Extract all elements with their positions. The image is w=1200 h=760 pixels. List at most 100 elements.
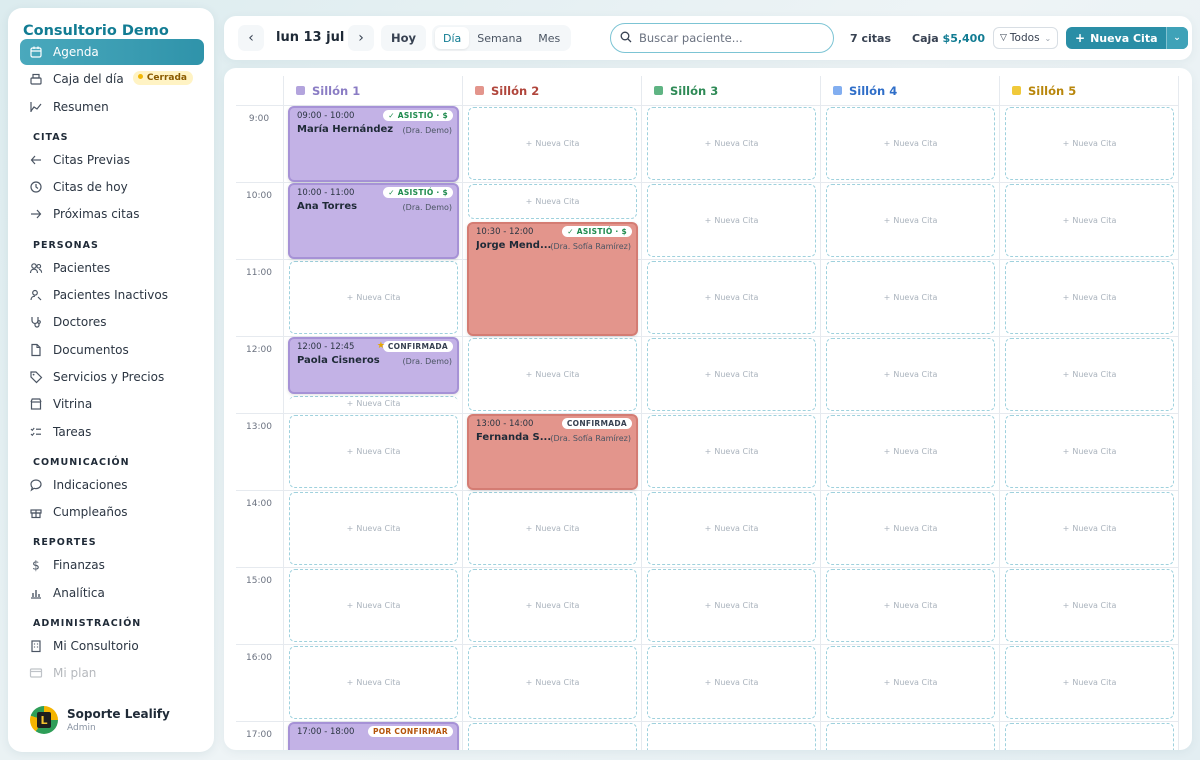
sidebar-nav: Agenda Caja del día Cerrada Resumen CITAS Cit… xyxy=(20,39,204,688)
sidebar-item-doctores[interactable]: Doctores xyxy=(20,309,204,335)
empty-slot-new-appointment[interactable]: +Nueva Cita xyxy=(289,646,458,719)
arrow-right-icon xyxy=(29,207,43,221)
appointment-card[interactable]: 13:00 - 14:00 Fernanda S... (Dra. Sofía Ra… xyxy=(467,414,638,490)
sidebar-item-mi-consultorio[interactable]: Mi Consultorio xyxy=(20,633,204,659)
section-title-comunicacion: COMUNICACIÓN xyxy=(33,456,130,468)
sidebar-item-finanzas[interactable]: $ Finanzas xyxy=(20,552,204,578)
plus-icon: + xyxy=(883,139,891,148)
plus-icon: + xyxy=(704,293,712,302)
empty-slot-new-appointment[interactable]: +Nueva Cita xyxy=(1005,569,1174,642)
sidebar-item-analitica[interactable]: Analítica xyxy=(20,580,204,606)
appointment-card[interactable]: 17:00 - 18:00 POR CONFIRMAR xyxy=(288,722,459,750)
plus-icon: + xyxy=(704,216,712,225)
new-appointment-menu-button[interactable]: ⌄ xyxy=(1165,27,1188,49)
empty-slot-new-appointment[interactable]: +Nueva Cita xyxy=(826,415,995,488)
user-card[interactable]: L Soporte Lealify Admin xyxy=(20,698,204,742)
empty-slot-new-appointment[interactable]: +Nueva Cita xyxy=(468,184,637,219)
sidebar-item-pacientes-inactivos[interactable]: Pacientes Inactivos xyxy=(20,282,204,308)
empty-slot-new-appointment[interactable]: +Nueva Cita xyxy=(468,723,637,750)
sidebar-item-documentos[interactable]: Documentos xyxy=(20,337,204,363)
today-button[interactable]: Hoy xyxy=(381,25,427,51)
empty-slot-new-appointment[interactable]: +Nueva Cita xyxy=(647,184,816,257)
sidebar-item-servicios-y-precios[interactable]: Servicios y Precios xyxy=(20,364,204,390)
empty-slot-new-appointment[interactable]: +Nueva Cita xyxy=(1005,646,1174,719)
empty-slot-new-appointment[interactable]: +Nueva Cita xyxy=(468,492,637,565)
sidebar-item-agenda[interactable]: Agenda xyxy=(20,39,204,65)
hour-label: 16:00 xyxy=(246,653,272,663)
view-week-button[interactable]: Semana xyxy=(469,27,530,49)
sidebar-item-cumpleanos[interactable]: Cumpleaños xyxy=(20,499,204,525)
hour-label: 14:00 xyxy=(246,499,272,509)
empty-slot-new-appointment[interactable]: +Nueva Cita xyxy=(1005,415,1174,488)
patient-search-input[interactable]: Buscar paciente... xyxy=(610,23,834,53)
sidebar-item-resumen[interactable]: Resumen xyxy=(20,94,204,120)
chevron-right-icon: › xyxy=(358,30,364,46)
sidebar-item-pacientes[interactable]: Pacientes xyxy=(20,255,204,281)
sidebar-item-label: Mi Consultorio xyxy=(53,639,139,654)
empty-slot-new-appointment[interactable]: +Nueva Cita xyxy=(826,184,995,257)
empty-slot-new-appointment[interactable]: +Nueva Cita xyxy=(647,261,816,334)
avatar-letter: L xyxy=(37,712,51,728)
empty-slot-new-appointment[interactable]: +Nueva Cita xyxy=(289,415,458,488)
empty-slot-new-appointment[interactable]: +Nueva Cita xyxy=(289,492,458,565)
sidebar-item-citas-previas[interactable]: Citas Previas xyxy=(20,147,204,173)
empty-slot-new-appointment[interactable]: +Nueva Cita xyxy=(826,492,995,565)
empty-slot-new-appointment[interactable]: +Nueva Cita xyxy=(826,569,995,642)
empty-slot-new-appointment[interactable]: +Nueva Cita xyxy=(1005,261,1174,334)
empty-slot-new-appointment[interactable]: +Nueva Cita xyxy=(647,107,816,180)
empty-slot-new-appointment[interactable]: +Nueva Cita xyxy=(647,415,816,488)
plus-icon: + xyxy=(1062,139,1070,148)
sidebar-item-mi-plan[interactable]: Mi plan xyxy=(20,660,204,686)
empty-slot-new-appointment[interactable]: +Nueva Cita xyxy=(1005,338,1174,411)
prev-day-button[interactable]: ‹ xyxy=(238,25,264,51)
status-badge: Cerrada xyxy=(132,71,193,86)
empty-slot-new-appointment[interactable]: +Nueva Cita xyxy=(826,338,995,411)
doctor-name: (Dra. Demo) xyxy=(402,203,452,212)
empty-slot-new-appointment[interactable]: +Nueva Cita xyxy=(1005,492,1174,565)
brand-title: Consultorio Demo xyxy=(23,23,169,39)
section-title-reportes: REPORTES xyxy=(33,537,97,549)
empty-slot-new-appointment[interactable]: +Nueva Cita xyxy=(826,646,995,719)
empty-slot-new-appointment[interactable]: +Nueva Cita xyxy=(647,646,816,719)
sidebar-item-citas-de-hoy[interactable]: Citas de hoy xyxy=(20,174,204,200)
next-day-button[interactable]: › xyxy=(348,25,374,51)
chair-color-swatch xyxy=(833,86,842,95)
new-appointment-button[interactable]: + Nueva Cita ⌄ xyxy=(1066,27,1188,49)
sidebar-item-label: Finanzas xyxy=(53,558,105,573)
empty-slot-new-appointment[interactable]: +Nueva Cita xyxy=(468,646,637,719)
view-switcher: Día Semana Mes xyxy=(432,25,572,51)
view-day-button[interactable]: Día xyxy=(435,27,470,49)
empty-slot-new-appointment[interactable]: +Nueva Cita xyxy=(647,338,816,411)
sidebar-item-indicaciones[interactable]: Indicaciones xyxy=(20,472,204,498)
appointment-card[interactable]: 12:00 - 12:45 Paola Cisneros (Dra. Demo) CO… xyxy=(288,337,459,394)
sidebar-item-proximas-citas[interactable]: Próximas citas xyxy=(20,201,204,227)
appointment-card[interactable]: 09:00 - 10:00 María Hernández (Dra. Demo) ✓… xyxy=(288,106,459,182)
empty-slot-new-appointment[interactable]: +Nueva Cita xyxy=(468,569,637,642)
card-icon xyxy=(29,666,43,680)
empty-slot-new-appointment[interactable]: +Nueva Cita xyxy=(289,261,458,334)
sidebar-item-label: Citas de hoy xyxy=(53,180,128,195)
sidebar-item-tareas[interactable]: Tareas xyxy=(20,419,204,445)
empty-slot-new-appointment[interactable]: +Nueva Cita xyxy=(647,569,816,642)
empty-slot-new-appointment[interactable]: +Nueva Cita xyxy=(826,261,995,334)
empty-slot-new-appointment[interactable]: +Nueva Cita xyxy=(826,723,995,750)
sidebar-item-vitrina[interactable]: Vitrina xyxy=(20,391,204,417)
empty-slot-new-appointment[interactable]: +Nueva Cita xyxy=(289,395,458,411)
sidebar-item-caja-del-dia[interactable]: Caja del día Cerrada xyxy=(20,66,204,92)
view-month-button[interactable]: Mes xyxy=(530,27,568,49)
filter-dropdown[interactable]: ▽ Todos ⌄ xyxy=(993,27,1059,49)
empty-slot-new-appointment[interactable]: +Nueva Cita xyxy=(826,107,995,180)
empty-slot-new-appointment[interactable]: +Nueva Cita xyxy=(1005,107,1174,180)
empty-slot-new-appointment[interactable]: +Nueva Cita xyxy=(647,723,816,750)
empty-slot-new-appointment[interactable]: +Nueva Cita xyxy=(468,338,637,411)
empty-slot-new-appointment[interactable]: +Nueva Cita xyxy=(1005,184,1174,257)
appointment-card[interactable]: 10:00 - 11:00 Ana Torres (Dra. Demo) ✓ ASIS… xyxy=(288,183,459,259)
empty-slot-new-appointment[interactable]: +Nueva Cita xyxy=(468,107,637,180)
chat-bubble-icon xyxy=(29,478,43,492)
empty-slot-new-appointment[interactable]: +Nueva Cita xyxy=(1005,723,1174,750)
users-icon xyxy=(29,261,43,275)
empty-slot-new-appointment[interactable]: +Nueva Cita xyxy=(647,492,816,565)
status-badge: ✓ ASISTIÓ · $ xyxy=(383,187,453,198)
appointment-card[interactable]: 10:30 - 12:00 Jorge Mend... (Dra. Sofía Ra… xyxy=(467,221,638,336)
empty-slot-new-appointment[interactable]: +Nueva Cita xyxy=(289,569,458,642)
